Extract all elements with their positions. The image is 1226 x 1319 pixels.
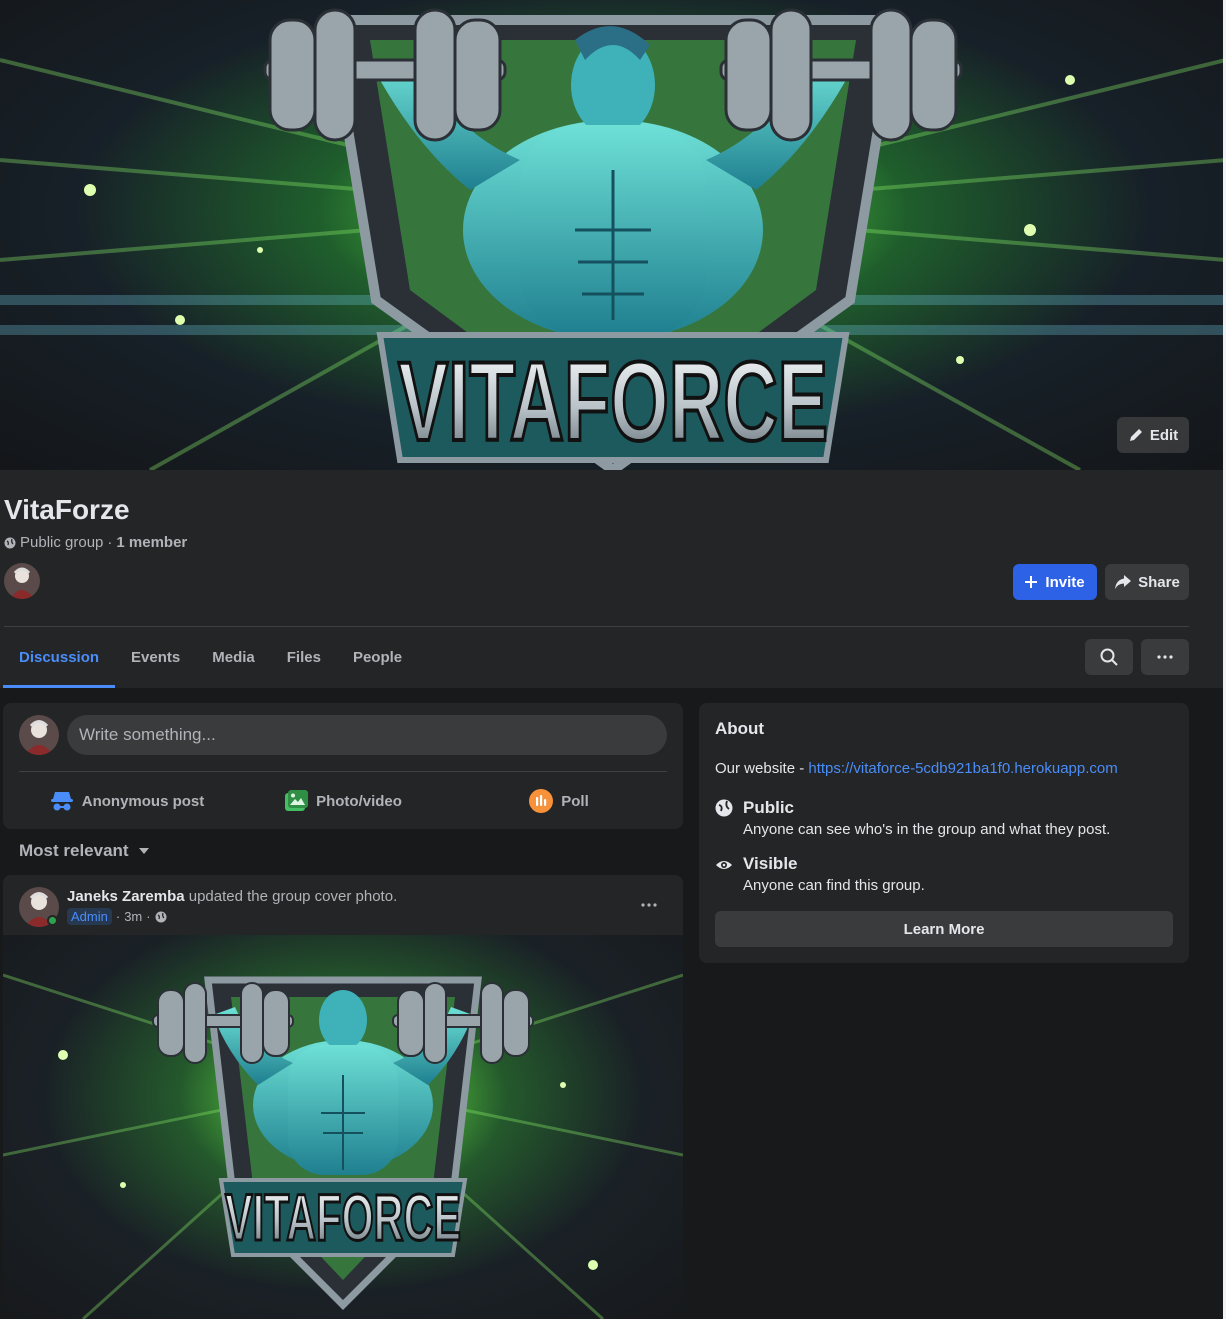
admin-badge: Admin [67, 908, 112, 925]
member-count[interactable]: 1 member [116, 534, 187, 551]
photo-icon [285, 790, 309, 811]
about-card: About Our website - https://vitaforce-5c… [699, 703, 1189, 963]
photo-video-button[interactable]: Photo/video [235, 781, 451, 821]
anonymous-post-button[interactable]: Anonymous post [19, 781, 235, 821]
eye-icon [716, 861, 732, 869]
photo-video-label: Photo/video [316, 792, 402, 810]
public-description: Anyone can see who's in the group and wh… [743, 821, 1111, 838]
about-title: About [715, 719, 765, 738]
tab-discussion[interactable]: Discussion [3, 627, 116, 688]
meta-dot: · [115, 909, 121, 924]
plus-icon [1025, 576, 1038, 588]
post-meta: Admin · 3m · [67, 908, 167, 925]
tab-files[interactable]: Files [271, 627, 337, 687]
cover-photo: VITAFORCE Edit [0, 0, 1226, 470]
tab-tools [1085, 639, 1189, 675]
website-prefix: Our website - [715, 760, 809, 777]
group-privacy: Public group [20, 534, 104, 551]
cover-logo-text: VITAFORCE [398, 339, 828, 464]
tab-events[interactable]: Events [115, 627, 196, 687]
post-image[interactable]: VITAFORCE [3, 935, 683, 1319]
post-options-button[interactable] [631, 889, 667, 921]
learn-more-button[interactable]: Learn More [715, 911, 1173, 947]
post-author-name[interactable]: Janeks Zaremba [67, 888, 185, 905]
search-icon [1100, 648, 1118, 666]
meta-dot: · [146, 909, 151, 924]
globe-icon [4, 537, 16, 548]
poll-icon [529, 789, 554, 813]
post-headline: Janeks Zaremba updated the group cover p… [67, 888, 397, 905]
post-time[interactable]: 3m [124, 909, 142, 924]
cover-illustration: VITAFORCE [0, 8, 1226, 470]
post-composer: Write something... Anonymous post Photo/… [3, 703, 683, 829]
meta-separator: · [107, 534, 113, 551]
poll-button[interactable]: Poll [451, 781, 667, 821]
pencil-icon [1129, 429, 1142, 441]
post-logo-text: VITAFORCE [225, 1180, 461, 1254]
invite-button[interactable]: Invite [1013, 564, 1097, 600]
avatar-image [4, 563, 40, 599]
edit-cover-label: Edit [1149, 426, 1179, 444]
sort-label: Most relevant [19, 841, 129, 860]
more-icon [641, 903, 657, 907]
more-options-button[interactable] [1141, 639, 1189, 675]
share-label: Share [1138, 573, 1180, 591]
about-website: Our website - https://vitaforce-5cdb921b… [715, 760, 1118, 777]
post-action-text: updated the group cover photo. [184, 888, 398, 905]
globe-icon [715, 799, 733, 817]
tab-people[interactable]: People [337, 627, 418, 687]
public-title: Public [743, 798, 795, 817]
member-avatar[interactable] [4, 563, 40, 599]
search-button[interactable] [1085, 639, 1133, 675]
share-icon [1115, 575, 1132, 589]
visible-description: Anyone can find this group. [743, 877, 925, 894]
anonymous-icon [50, 792, 73, 811]
more-icon [1157, 655, 1173, 659]
group-header: VitaForze Public group · 1 member Invite… [0, 470, 1226, 688]
group-tabs: Discussion Events Media Files People [3, 627, 418, 688]
post-illustration: VITAFORCE [3, 973, 683, 1319]
poll-label: Poll [561, 792, 589, 810]
feed-post: Janeks Zaremba updated the group cover p… [3, 875, 683, 1319]
tab-media[interactable]: Media [196, 627, 271, 687]
group-meta: Public group · 1 member [4, 534, 187, 551]
composer-divider [19, 771, 667, 772]
edit-cover-button[interactable]: Edit [1117, 417, 1189, 453]
composer-avatar[interactable] [19, 715, 59, 755]
anonymous-post-label: Anonymous post [81, 792, 205, 810]
sort-dropdown[interactable]: Most relevant [19, 841, 149, 861]
invite-label: Invite [1045, 573, 1085, 591]
share-button[interactable]: Share [1105, 564, 1189, 600]
write-something-input[interactable]: Write something... [67, 715, 667, 755]
avatar-image [19, 715, 59, 755]
website-link[interactable]: https://vitaforce-5cdb921ba1f0.herokuapp… [808, 760, 1117, 777]
visible-title: Visible [743, 854, 798, 873]
online-status-indicator [47, 915, 58, 926]
privacy-info: Public Anyone can see who's in the group… [715, 798, 1110, 838]
visibility-info: Visible Anyone can find this group. [715, 854, 925, 894]
composer-actions: Anonymous post Photo/video Poll [19, 781, 667, 821]
globe-icon [155, 911, 167, 922]
group-name: VitaForze [4, 494, 130, 525]
chevron-down-icon [138, 848, 149, 854]
